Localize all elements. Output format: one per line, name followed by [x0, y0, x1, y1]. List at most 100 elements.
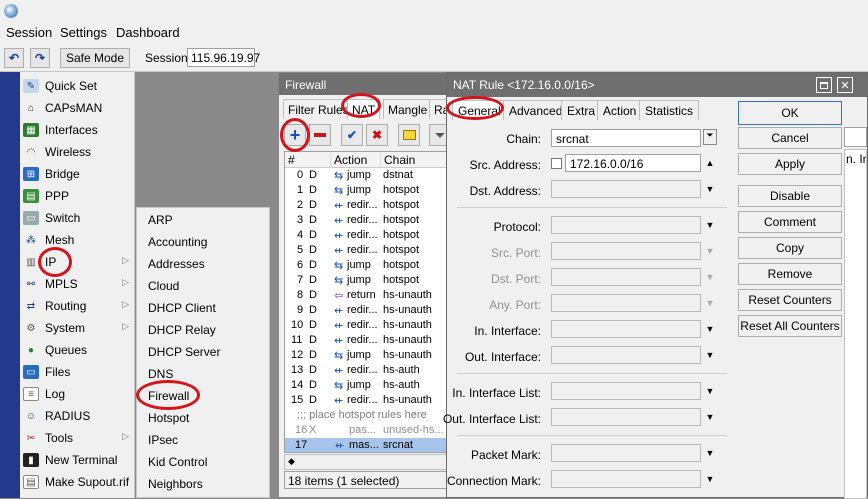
- sidebar-item-system[interactable]: ⚙ System ▷: [20, 317, 135, 339]
- sidebar-item-capsman[interactable]: ⌂ CAPsMAN: [20, 97, 135, 119]
- dst-port-field[interactable]: [551, 268, 701, 286]
- sidebar-item-log[interactable]: ≡ Log: [20, 383, 135, 405]
- chain-field[interactable]: srcnat: [551, 129, 701, 147]
- expand-arrow-icon[interactable]: ▼: [705, 184, 715, 194]
- expand-arrow-icon[interactable]: ▼: [705, 298, 715, 308]
- safe-mode-button[interactable]: Safe Mode: [60, 48, 130, 68]
- expand-arrow-icon[interactable]: ▼: [705, 272, 715, 282]
- src-address-invert-checkbox[interactable]: [551, 158, 562, 169]
- table-row[interactable]: 13 D ⇷ redir... hs-auth: [285, 363, 451, 378]
- reset-all-counters-button[interactable]: Reset All Counters: [738, 315, 842, 337]
- expand-arrow-icon[interactable]: ▼: [705, 448, 715, 458]
- scroll-left-icon[interactable]: ◆: [288, 456, 295, 467]
- reset-counters-button[interactable]: Reset Counters: [738, 289, 842, 311]
- dst-address-field[interactable]: [551, 180, 701, 198]
- expand-arrow-icon[interactable]: ▼: [705, 474, 715, 484]
- table-row[interactable]: 16 X pas... unused-hs...: [285, 423, 451, 438]
- undo-button[interactable]: ↶: [4, 48, 24, 68]
- src-port-field[interactable]: [551, 242, 701, 260]
- ok-button[interactable]: OK: [738, 101, 842, 125]
- session-field[interactable]: 115.96.19.97: [187, 48, 260, 67]
- table-row-selected[interactable]: 17 ⇷ mas... srcnat: [285, 438, 451, 452]
- any-port-field[interactable]: [551, 294, 701, 312]
- table-row[interactable]: 6 D ⇆ jump hotspot: [285, 258, 451, 273]
- menu-session[interactable]: Session: [6, 25, 52, 40]
- sidebar-item-interfaces[interactable]: ▦ Interfaces: [20, 119, 135, 141]
- submenu-item-dhcp-relay[interactable]: DHCP Relay: [148, 323, 216, 337]
- table-row[interactable]: 3 D ⇷ redir... hotspot: [285, 213, 451, 228]
- cancel-button[interactable]: Cancel: [738, 127, 842, 149]
- comment-button[interactable]: Comment: [738, 211, 842, 233]
- submenu-item-addresses[interactable]: Addresses: [148, 257, 205, 271]
- expand-arrow-icon[interactable]: ▼: [705, 412, 715, 422]
- collapse-arrow-icon[interactable]: ▲: [705, 158, 715, 168]
- tab-mangle[interactable]: Mangle: [383, 99, 433, 119]
- submenu-item-hotspot[interactable]: Hotspot: [148, 411, 189, 425]
- connection-mark-field[interactable]: [551, 470, 701, 488]
- horizontal-scrollbar[interactable]: ◆: [284, 454, 452, 470]
- src-address-field[interactable]: 172.16.0.0/16: [565, 154, 701, 172]
- submenu-item-cloud[interactable]: Cloud: [148, 279, 179, 293]
- in-interface-field[interactable]: [551, 320, 701, 338]
- submenu-item-dns[interactable]: DNS: [148, 367, 173, 381]
- enable-rule-button[interactable]: ✔: [341, 124, 363, 146]
- sidebar-item-routing[interactable]: ⇄ Routing ▷: [20, 295, 135, 317]
- packet-mark-field[interactable]: [551, 444, 701, 462]
- table-row[interactable]: 5 D ⇷ redir... hotspot: [285, 243, 451, 258]
- sidebar-item-make-supout[interactable]: ▤ Make Supout.rif: [20, 471, 135, 493]
- expand-arrow-icon[interactable]: ▼: [705, 386, 715, 396]
- out-interface-field[interactable]: [551, 346, 701, 364]
- submenu-item-dhcp-client[interactable]: DHCP Client: [148, 301, 216, 315]
- remove-button[interactable]: Remove: [738, 263, 842, 285]
- sidebar-item-queues[interactable]: ● Queues: [20, 339, 135, 361]
- table-row[interactable]: 12 D ⇆ jump hs-unauth: [285, 348, 451, 363]
- table-row[interactable]: 14 D ⇆ jump hs-auth: [285, 378, 451, 393]
- table-row[interactable]: 1 D ⇆ jump hotspot: [285, 183, 451, 198]
- table-row[interactable]: 9 D ⇷ redir... hs-unauth: [285, 303, 451, 318]
- tab-action[interactable]: Action: [597, 100, 643, 120]
- disable-rule-button[interactable]: ✖: [366, 124, 388, 146]
- sidebar-item-files[interactable]: ▭ Files: [20, 361, 135, 383]
- submenu-item-ipsec[interactable]: IPsec: [148, 433, 178, 447]
- table-row[interactable]: 0 D ⇆ jump dstnat: [285, 168, 451, 183]
- table-row[interactable]: 15 D ⇷ redir... hs-unauth: [285, 393, 451, 408]
- submenu-item-arp[interactable]: ARP: [148, 213, 173, 227]
- submenu-item-firewall[interactable]: Firewall: [148, 389, 189, 403]
- submenu-item-accounting[interactable]: Accounting: [148, 235, 207, 249]
- sidebar-item-mpls[interactable]: ⚯ MPLS ▷: [20, 273, 135, 295]
- maximize-button[interactable]: [816, 77, 832, 93]
- sidebar-item-ip[interactable]: ▥ IP ▷: [20, 251, 135, 273]
- out-interface-list-field[interactable]: [551, 408, 701, 426]
- sidebar-item-bridge[interactable]: ⊞ Bridge: [20, 163, 135, 185]
- table-row[interactable]: 2 D ⇷ redir... hotspot: [285, 198, 451, 213]
- submenu-item-kid-control[interactable]: Kid Control: [148, 455, 207, 469]
- table-row[interactable]: 4 D ⇷ redir... hotspot: [285, 228, 451, 243]
- sidebar-item-quick-set[interactable]: ✎ Quick Set: [20, 75, 135, 97]
- disable-button[interactable]: Disable: [738, 185, 842, 207]
- expand-arrow-icon[interactable]: ▼: [705, 220, 715, 230]
- sidebar-item-wireless[interactable]: ◠ Wireless: [20, 141, 135, 163]
- sidebar-item-ppp[interactable]: ▤ PPP: [20, 185, 135, 207]
- table-row[interactable]: 8 D ⇦ return hs-unauth: [285, 288, 451, 303]
- sidebar-item-mesh[interactable]: ⁂ Mesh: [20, 229, 135, 251]
- comment-rule-button[interactable]: [398, 124, 420, 146]
- tab-nat[interactable]: NAT: [347, 99, 381, 119]
- column-header-number[interactable]: #: [285, 152, 331, 168]
- table-row[interactable]: 7 D ⇆ jump hotspot: [285, 273, 451, 288]
- submenu-item-dhcp-server[interactable]: DHCP Server: [148, 345, 220, 359]
- redo-button[interactable]: ↷: [30, 48, 50, 68]
- apply-button[interactable]: Apply: [738, 153, 842, 175]
- remove-rule-button[interactable]: [309, 124, 331, 146]
- expand-arrow-icon[interactable]: ▼: [705, 246, 715, 256]
- tab-general[interactable]: General: [452, 100, 507, 120]
- menu-dashboard[interactable]: Dashboard: [116, 25, 180, 40]
- expand-arrow-icon[interactable]: ▼: [705, 350, 715, 360]
- sidebar-item-radius[interactable]: ☺ RADIUS: [20, 405, 135, 427]
- copy-button[interactable]: Copy: [738, 237, 842, 259]
- tab-extra[interactable]: Extra: [561, 100, 602, 120]
- menu-settings[interactable]: Settings: [60, 25, 107, 40]
- tab-filter-rules[interactable]: Filter Rules: [283, 99, 354, 119]
- protocol-field[interactable]: [551, 216, 701, 234]
- column-header-chain[interactable]: Chain: [381, 152, 451, 168]
- table-row[interactable]: 10 D ⇷ redir... hs-unauth: [285, 318, 451, 333]
